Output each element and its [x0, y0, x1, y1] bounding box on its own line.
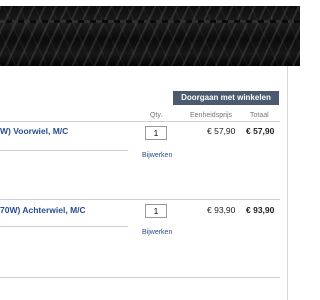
product-name-front-tire[interactable]: W) Voorwiel, M/C — [0, 126, 68, 136]
column-header-total: Totaal — [250, 112, 269, 119]
quantity-input-rear-tire[interactable] — [145, 204, 167, 218]
tire-tread-banner — [0, 6, 300, 66]
total-price-front-tire: € 57,90 — [246, 126, 275, 136]
unit-price-front-tire: € 57,90 — [207, 126, 236, 136]
column-header-unit-price: Eenheidsprijs — [190, 112, 233, 119]
total-price-rear-tire: € 93,90 — [246, 205, 275, 215]
update-link-rear-tire[interactable]: Bijwerken — [142, 229, 172, 236]
product-name-rear-tire[interactable]: 70W) Achterwiel, M/C — [0, 205, 86, 215]
continue-shopping-button[interactable]: Doorgaan met winkelen — [173, 91, 279, 105]
quantity-input-front-tire[interactable] — [145, 126, 167, 140]
sidebar-divider — [287, 66, 288, 300]
column-header-qty: Qty. — [150, 112, 163, 119]
row-divider — [0, 199, 280, 200]
banner-tread-groove — [0, 20, 300, 23]
row-divider-short — [0, 150, 128, 151]
update-link-front-tire[interactable]: Bijwerken — [142, 152, 172, 159]
unit-price-rear-tire: € 93,90 — [207, 205, 236, 215]
row-divider-short — [0, 226, 128, 227]
bottom-divider — [0, 277, 280, 278]
header-divider — [0, 121, 280, 122]
